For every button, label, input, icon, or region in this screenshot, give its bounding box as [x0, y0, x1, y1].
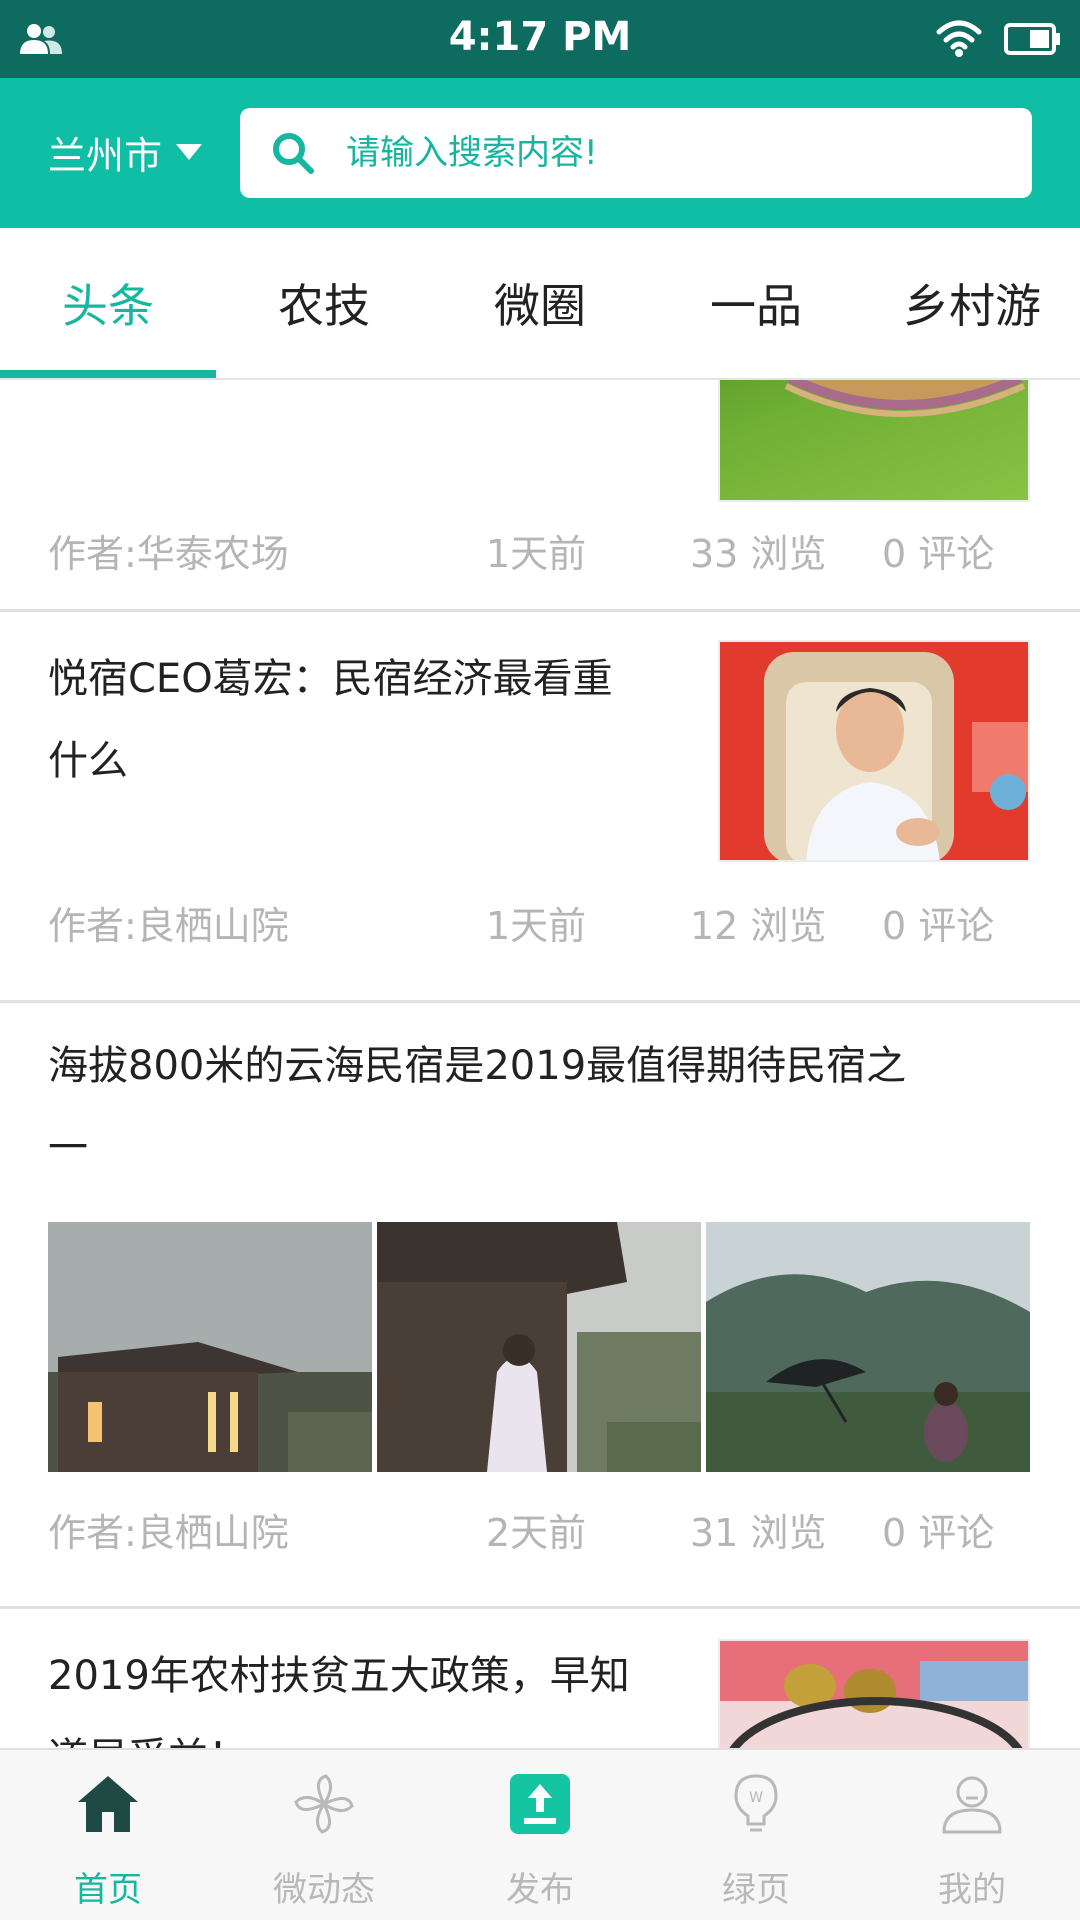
bottom-navigation: 首页 微动态 发布 W 绿页 我的 [0, 1748, 1080, 1920]
article-meta: 作者:华泰农场 1天前 33 浏览 0 评论 [0, 524, 1080, 584]
article-title: 2019年农村扶贫五大政策，早知 道早受益！ [48, 1653, 630, 1748]
search-input[interactable] [346, 122, 1006, 184]
news-card[interactable]: 作者:华泰农场 1天前 33 浏览 0 评论 [0, 380, 1080, 612]
city-selector[interactable]: 兰州市 [48, 124, 203, 180]
nav-label: 我的 [938, 1870, 1006, 1910]
news-card[interactable]: 2019年农村扶贫五大政策，早知 道早受益！ [0, 1609, 1080, 1748]
caret-down-icon [176, 144, 203, 160]
news-feed[interactable]: 作者:华泰农场 1天前 33 浏览 0 评论 悦宿CEO葛宏：民宿经济最看重 什… [0, 380, 1080, 1748]
basket-image [784, 380, 1026, 417]
article-thumbnail [718, 380, 1030, 502]
lightbulb-icon: W [734, 1774, 778, 1832]
article-image-3 [706, 1222, 1030, 1472]
nav-label: 发布 [506, 1870, 574, 1910]
nav-publish[interactable]: 发布 [432, 1750, 648, 1920]
tab-headlines[interactable]: 头条 [0, 228, 216, 378]
nav-label: 微动态 [273, 1870, 375, 1910]
time-label: 1天前 [486, 532, 587, 576]
article-image-1 [48, 1222, 372, 1472]
portrait-image [720, 642, 1028, 860]
article-title: 海拔800米的云海民宿是2019最值得期待民宿之 一 [48, 1043, 907, 1171]
comments-count: 0 评论 [882, 1511, 995, 1555]
nav-profile[interactable]: 我的 [864, 1750, 1080, 1920]
comments-count: 0 评论 [882, 904, 995, 948]
home-icon [78, 1776, 138, 1832]
article-thumbnail [718, 1639, 1030, 1748]
svg-text:W: W [749, 1790, 763, 1806]
status-bar: 4:17 PM [0, 0, 1080, 78]
upload-icon [510, 1774, 570, 1834]
city-label: 兰州市 [48, 133, 163, 178]
article-meta: 作者:良栖山院 1天前 12 浏览 0 评论 [0, 896, 1080, 956]
nav-label: 绿页 [722, 1870, 790, 1910]
news-card[interactable]: 悦宿CEO葛宏：民宿经济最看重 什么 作者:良栖山院 1天前 12 浏览 0 评… [0, 612, 1080, 1003]
header-bar: 兰州市 [0, 78, 1080, 228]
active-tab-indicator [0, 370, 216, 378]
author-label: 作者:良栖山院 [48, 1511, 289, 1555]
views-count: 12 浏览 [690, 904, 827, 948]
nav-label: 首页 [74, 1870, 142, 1910]
nav-green-pages[interactable]: W 绿页 [648, 1750, 864, 1920]
tab-micro-circle[interactable]: 微圈 [432, 228, 648, 378]
nav-moments[interactable]: 微动态 [216, 1750, 432, 1920]
wifi-icon [936, 20, 982, 57]
article-image-2 [377, 1222, 701, 1472]
pinwheel-icon [294, 1774, 354, 1834]
clock: 4:17 PM [448, 14, 632, 60]
time-label: 2天前 [486, 1511, 587, 1555]
time-label: 1天前 [486, 904, 587, 948]
news-card[interactable]: 海拔800米的云海民宿是2019最值得期待民宿之 一 作者:良栖山院 2天前 3… [0, 1003, 1080, 1610]
search-box[interactable] [240, 108, 1032, 198]
tab-rural-travel[interactable]: 乡村游 [864, 228, 1080, 378]
tab-agri-tech[interactable]: 农技 [216, 228, 432, 378]
battery-icon [1004, 23, 1060, 55]
comments-count: 0 评论 [882, 532, 995, 576]
nav-home[interactable]: 首页 [0, 1750, 216, 1920]
search-icon [273, 133, 314, 174]
article-title: 悦宿CEO葛宏：民宿经济最看重 什么 [48, 656, 613, 784]
category-tabs: 头条 农技 微圈 一品 乡村游 [0, 228, 1080, 380]
article-thumbnail [718, 640, 1030, 862]
views-count: 33 浏览 [690, 532, 827, 576]
article-meta: 作者:良栖山院 2天前 31 浏览 0 评论 [0, 1503, 1080, 1563]
views-count: 31 浏览 [690, 1511, 827, 1555]
author-label: 作者:华泰农场 [48, 532, 289, 576]
user-icon [942, 1776, 1002, 1834]
tab-products[interactable]: 一品 [648, 228, 864, 378]
author-label: 作者:良栖山院 [48, 904, 289, 948]
